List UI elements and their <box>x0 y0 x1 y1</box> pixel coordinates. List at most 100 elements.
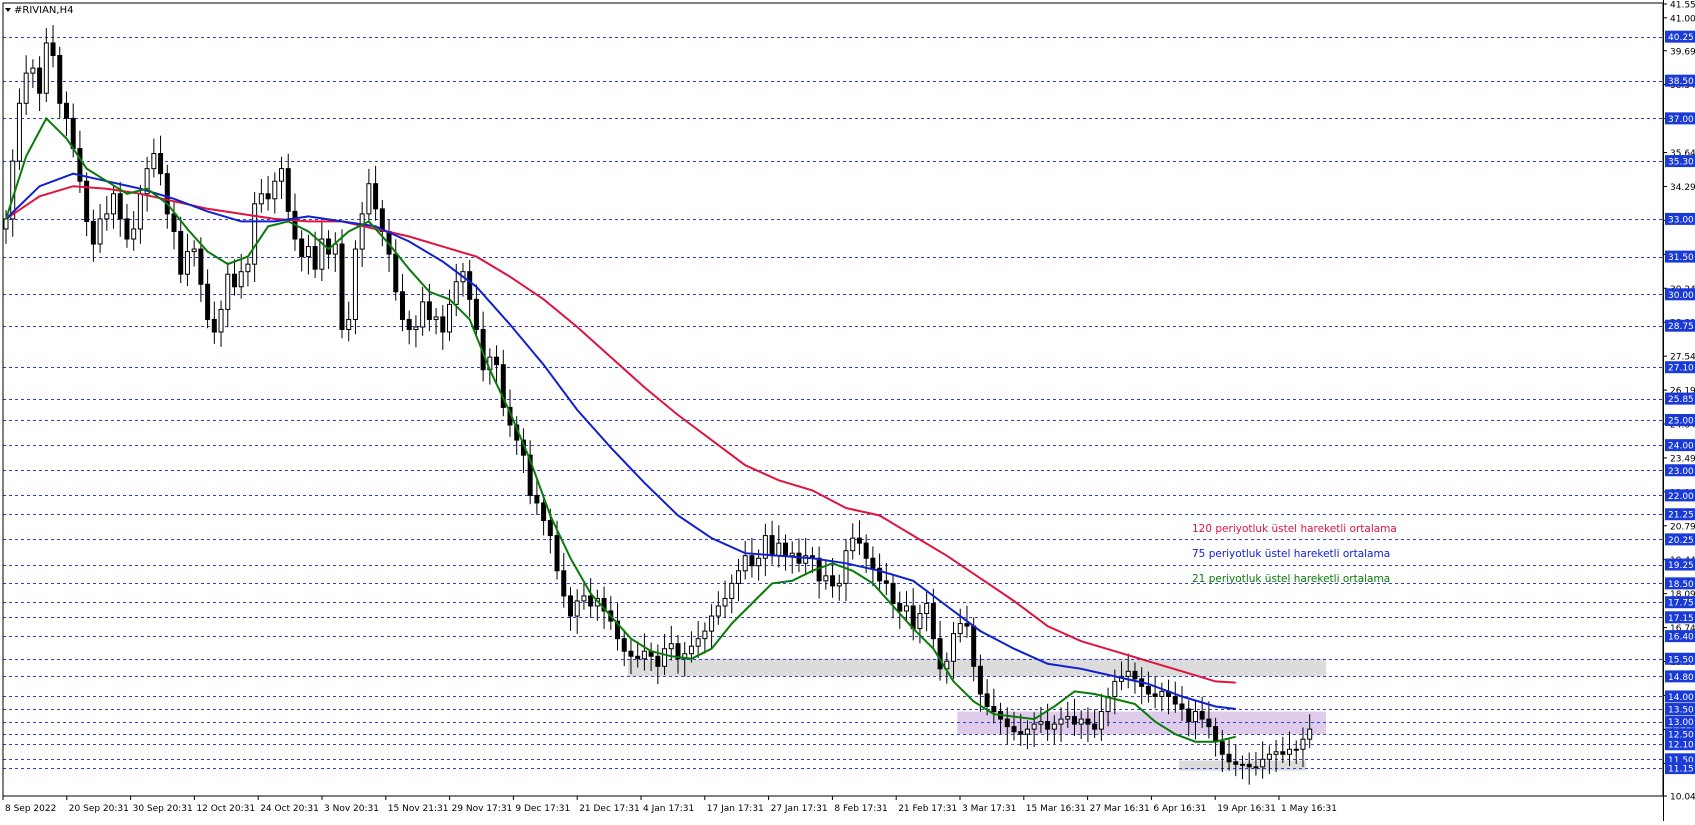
level-price-badge: 13.50 <box>1665 703 1695 716</box>
candle-bear-body <box>467 271 473 300</box>
candle-bear-body <box>1011 726 1017 733</box>
level-price-badge: 30.00 <box>1665 288 1695 301</box>
candle-bear-body <box>930 602 936 640</box>
candle-bear-body <box>1085 718 1091 725</box>
candle-bull-body <box>111 193 117 215</box>
chart-title: #RIVIAN,H4 <box>5 5 73 16</box>
candle-bull-body <box>1031 723 1037 730</box>
candle-bear-body <box>339 243 345 330</box>
level-badge-label: 38.50 <box>1668 77 1694 87</box>
candle-bear-body <box>124 218 130 240</box>
candle-bull-body <box>3 218 9 230</box>
candle-bull-body <box>1260 758 1266 768</box>
x-tick-label: 15 Mar 16:31 <box>1026 804 1086 814</box>
legend: 120 periyotluk üstel hareketli ortalama 7… <box>1192 523 1397 585</box>
candle-bear-body <box>426 301 432 320</box>
level-badge-label: 16.40 <box>1668 633 1694 643</box>
candle-bull-body <box>137 193 143 230</box>
level-badge-label: 27.10 <box>1668 364 1694 374</box>
candle-bull-body <box>776 542 782 557</box>
candle-bull-body <box>1192 711 1198 723</box>
candle-bull-body <box>729 582 735 599</box>
candle-bear-body <box>635 655 641 660</box>
candle-bull-body <box>413 326 419 330</box>
candle-bull-body <box>1273 751 1279 755</box>
x-tick-label: 3 Nov 20:31 <box>324 804 379 814</box>
symbol-title: #RIVIAN,H4 <box>14 5 73 16</box>
level-badge-label: 13.00 <box>1668 718 1694 728</box>
candle-bear-body <box>1018 731 1024 735</box>
level-price-badge: 11.15 <box>1665 762 1695 775</box>
candle-bull-body <box>924 602 930 615</box>
candle-bear-body <box>164 173 170 215</box>
x-tick-label: 24 Oct 20:31 <box>260 804 319 814</box>
level-price-badge: 19.25 <box>1665 558 1695 571</box>
candle-bull-body <box>238 271 244 288</box>
level-price-badge: 18.50 <box>1665 577 1695 590</box>
level-price-badge: 37.00 <box>1665 112 1695 125</box>
candle-bear-body <box>90 220 96 245</box>
candle-bull-body <box>1098 711 1104 730</box>
candle-bear-body <box>984 693 990 708</box>
level-price-badge: 40.25 <box>1665 30 1695 43</box>
x-tick-label: 8 Feb 17:31 <box>834 804 887 814</box>
candle-bull-body <box>702 630 708 640</box>
candle-bull-body <box>272 180 278 200</box>
candle-bull-body <box>903 605 909 612</box>
candle-bear-body <box>830 575 836 587</box>
x-tick-label: 20 Sep 20:31 <box>69 804 129 814</box>
candle-bear-body <box>856 537 862 544</box>
candle-bear-body <box>1172 695 1178 705</box>
candle-bull-body <box>359 213 365 250</box>
legend-entry: 120 periyotluk üstel hareketli ortalama <box>1192 523 1397 535</box>
candle-bear-body <box>561 570 567 597</box>
candle-bear-body <box>870 557 876 569</box>
y-tick-label: 41.55 <box>1670 1 1695 11</box>
candle-bear-body <box>1186 708 1192 723</box>
level-badge-label: 28.75 <box>1668 322 1694 332</box>
candle-bull-body <box>836 582 842 587</box>
level-price-badge: 33.00 <box>1665 212 1695 225</box>
candle-bull-body <box>756 557 762 567</box>
candle-bull-body <box>715 605 721 617</box>
x-tick-label: 4 Jan 17:31 <box>643 804 694 814</box>
candle-bull-body <box>43 42 49 94</box>
candle-bear-body <box>1145 685 1151 695</box>
candle-bear-body <box>1152 693 1158 697</box>
candle-bull-body <box>688 645 694 655</box>
level-price-badge: 35.30 <box>1665 155 1695 168</box>
level-badge-label: 14.80 <box>1668 673 1694 683</box>
level-price-badge: 38.50 <box>1665 74 1695 87</box>
level-badge-label: 14.00 <box>1668 693 1694 703</box>
candle-bull-body <box>1058 718 1064 725</box>
candle-bear-body <box>171 213 177 232</box>
candle-bull-body <box>279 168 285 182</box>
candle-bull-body <box>97 218 103 245</box>
candle-bear-body <box>440 316 446 333</box>
candle-bear-body <box>399 291 405 320</box>
candle-bull-body <box>346 318 352 330</box>
candle-bear-body <box>897 602 903 612</box>
candle-bear-body <box>628 650 634 657</box>
candle-bull-body <box>30 67 36 74</box>
price-chart[interactable]: 41.5541.0039.6938.3436.9935.6434.2932.94… <box>0 0 1695 821</box>
candle-bear-body <box>890 582 896 604</box>
candle-bear-body <box>312 246 318 270</box>
candle-bear-body <box>1246 763 1252 768</box>
candle-bull-body <box>1024 728 1030 735</box>
chart-canvas[interactable]: 41.5541.0039.6938.3436.9935.6434.2932.94… <box>0 0 1695 821</box>
level-badge-label: 17.75 <box>1668 599 1694 609</box>
level-badge-label: 12.10 <box>1668 741 1694 751</box>
candle-bull-body <box>1253 766 1259 769</box>
level-price-badge: 14.00 <box>1665 690 1695 703</box>
candle-bear-body <box>1199 711 1205 720</box>
level-price-badge: 23.00 <box>1665 464 1695 477</box>
candle-bear-body <box>991 706 997 713</box>
candle-bull-body <box>581 595 587 602</box>
candle-bear-body <box>1092 723 1098 730</box>
candle-bear-body <box>37 67 43 94</box>
level-price-badge: 17.75 <box>1665 596 1695 609</box>
candle-bull-body <box>823 575 829 582</box>
level-price-badge: 22.00 <box>1665 489 1695 502</box>
candle-bull-body <box>420 301 426 328</box>
